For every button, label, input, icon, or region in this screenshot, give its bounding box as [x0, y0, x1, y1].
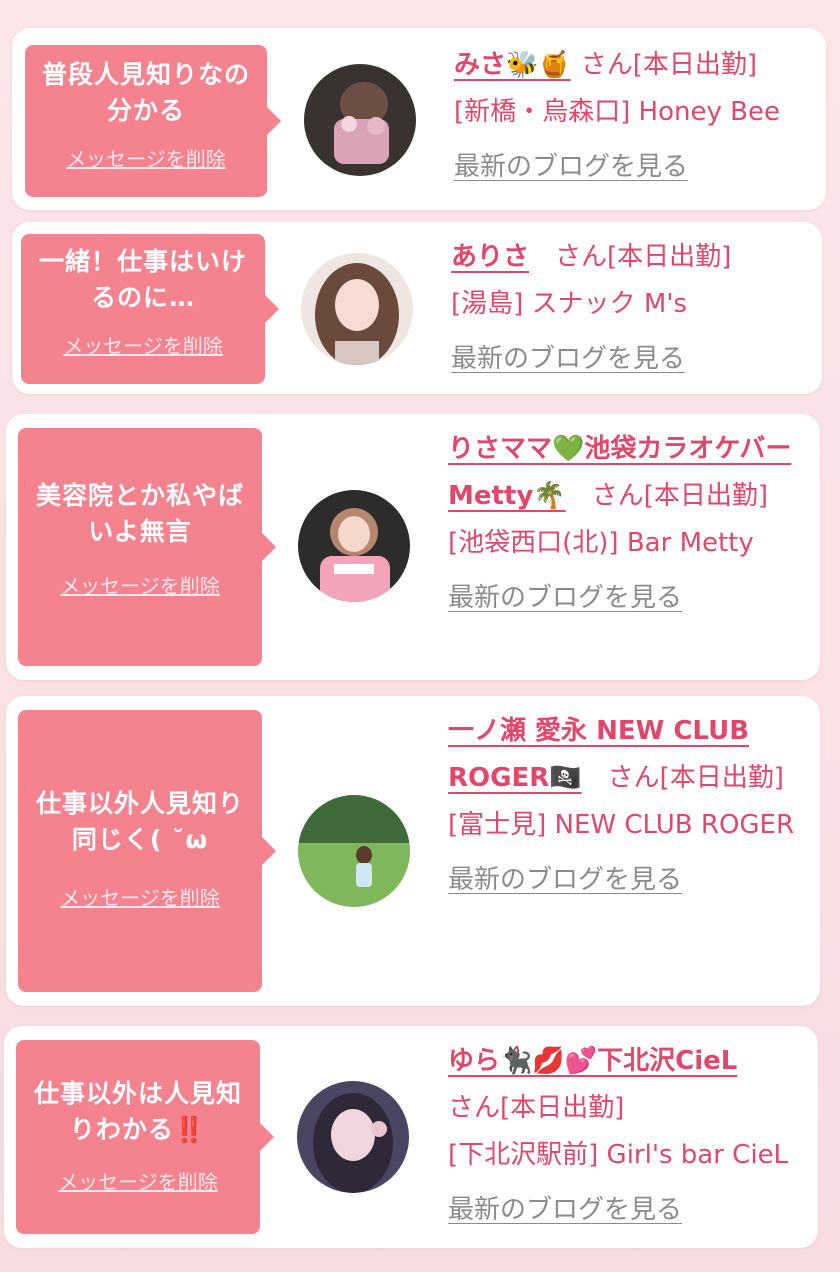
latest-blog-link[interactable]: 最新のブログを見る	[448, 575, 808, 622]
host-name-link[interactable]: ありさ	[451, 242, 529, 272]
host-info: ありさ さん[本日出勤] [湯島] スナック M's 最新のブログを見る	[451, 234, 811, 383]
message-card: 普段人見知りなの分かる メッセージを削除 みさ🐝🍯 さん[本日出勤] [新橋・烏森…	[12, 28, 826, 210]
delete-message-link[interactable]: メッセージを削除	[35, 143, 257, 172]
message-text: 仕事以外は人見知りわかる‼️	[33, 1079, 242, 1144]
message-bubble: 普段人見知りなの分かる メッセージを削除	[25, 45, 281, 197]
shop-info: [富士見] NEW CLUB ROGER	[448, 810, 795, 840]
delete-message-link[interactable]: メッセージを削除	[28, 570, 252, 599]
host-info: ゆら🐈‍⬛💋💕下北沢CieL さん[本日出勤] [下北沢駅前] Girl's b…	[448, 1038, 808, 1234]
message-text: 美容院とか私やばいよ無言	[35, 481, 244, 546]
message-card: 仕事以外人見知り同じく( ˘ω メッセージを削除 一ノ瀬 愛永 NEW CLUB…	[6, 696, 820, 1006]
shop-info: [下北沢駅前] Girl's bar CieL	[448, 1140, 789, 1170]
delete-message-link[interactable]: メッセージを削除	[28, 882, 252, 911]
message-bubble: 仕事以外は人見知りわかる‼️ メッセージを削除	[16, 1040, 274, 1234]
attendance-status: さん[本日出勤]	[607, 763, 784, 793]
host-name-link[interactable]: ゆら🐈‍⬛💋💕下北沢CieL	[448, 1046, 737, 1076]
shop-info: [湯島] スナック M's	[451, 289, 687, 319]
delete-message-link[interactable]: メッセージを削除	[26, 1166, 250, 1195]
message-bubble: 美容院とか私やばいよ無言 メッセージを削除	[18, 428, 276, 666]
host-info: みさ🐝🍯 さん[本日出勤] [新橋・烏森口] Honey Bee 最新のブログを見…	[454, 42, 809, 191]
attendance-status: さん[本日出勤]	[591, 481, 768, 511]
message-text: 普段人見知りなの分かる	[41, 60, 250, 125]
attendance-status: さん[本日出勤]	[448, 1093, 625, 1123]
avatar[interactable]	[298, 490, 410, 602]
host-info: りさママ💚池袋カラオケバーMetty🌴 さん[本日出勤] [池袋西口(北)] Ba…	[448, 426, 808, 622]
attendance-status: さん[本日出勤]	[580, 50, 758, 80]
message-card: 仕事以外は人見知りわかる‼️ メッセージを削除 ゆら🐈‍⬛💋💕下北沢CieL さ…	[4, 1026, 818, 1248]
attendance-status: さん[本日出勤]	[555, 242, 732, 272]
shop-info: [池袋西口(北)] Bar Metty	[448, 528, 754, 558]
avatar[interactable]	[304, 64, 416, 176]
message-card: 一緒！仕事はいけるのに… メッセージを削除 ありさ さん[本日出勤] [湯島] ス…	[12, 222, 822, 394]
message-text: 仕事以外人見知り同じく( ˘ω	[35, 789, 244, 854]
host-info: 一ノ瀬 愛永 NEW CLUB ROGER🏴‍☠️ さん[本日出勤] [富士見] …	[448, 708, 808, 904]
latest-blog-link[interactable]: 最新のブログを見る	[448, 857, 808, 904]
latest-blog-link[interactable]: 最新のブログを見る	[454, 144, 809, 191]
message-text: 一緒！仕事はいけるのに…	[38, 247, 247, 312]
avatar[interactable]	[297, 1081, 409, 1193]
latest-blog-link[interactable]: 最新のブログを見る	[451, 336, 811, 383]
host-name-link[interactable]: みさ🐝🍯	[454, 50, 571, 80]
message-bubble: 仕事以外人見知り同じく( ˘ω メッセージを削除	[18, 710, 276, 992]
avatar[interactable]	[301, 253, 413, 365]
avatar[interactable]	[298, 795, 410, 907]
message-bubble: 一緒！仕事はいけるのに… メッセージを削除	[21, 234, 279, 384]
latest-blog-link[interactable]: 最新のブログを見る	[448, 1187, 808, 1234]
shop-info: [新橋・烏森口] Honey Bee	[454, 97, 780, 127]
delete-message-link[interactable]: メッセージを削除	[31, 330, 255, 359]
message-card: 美容院とか私やばいよ無言 メッセージを削除 りさママ💚池袋カラオケバーMetty…	[6, 414, 820, 680]
